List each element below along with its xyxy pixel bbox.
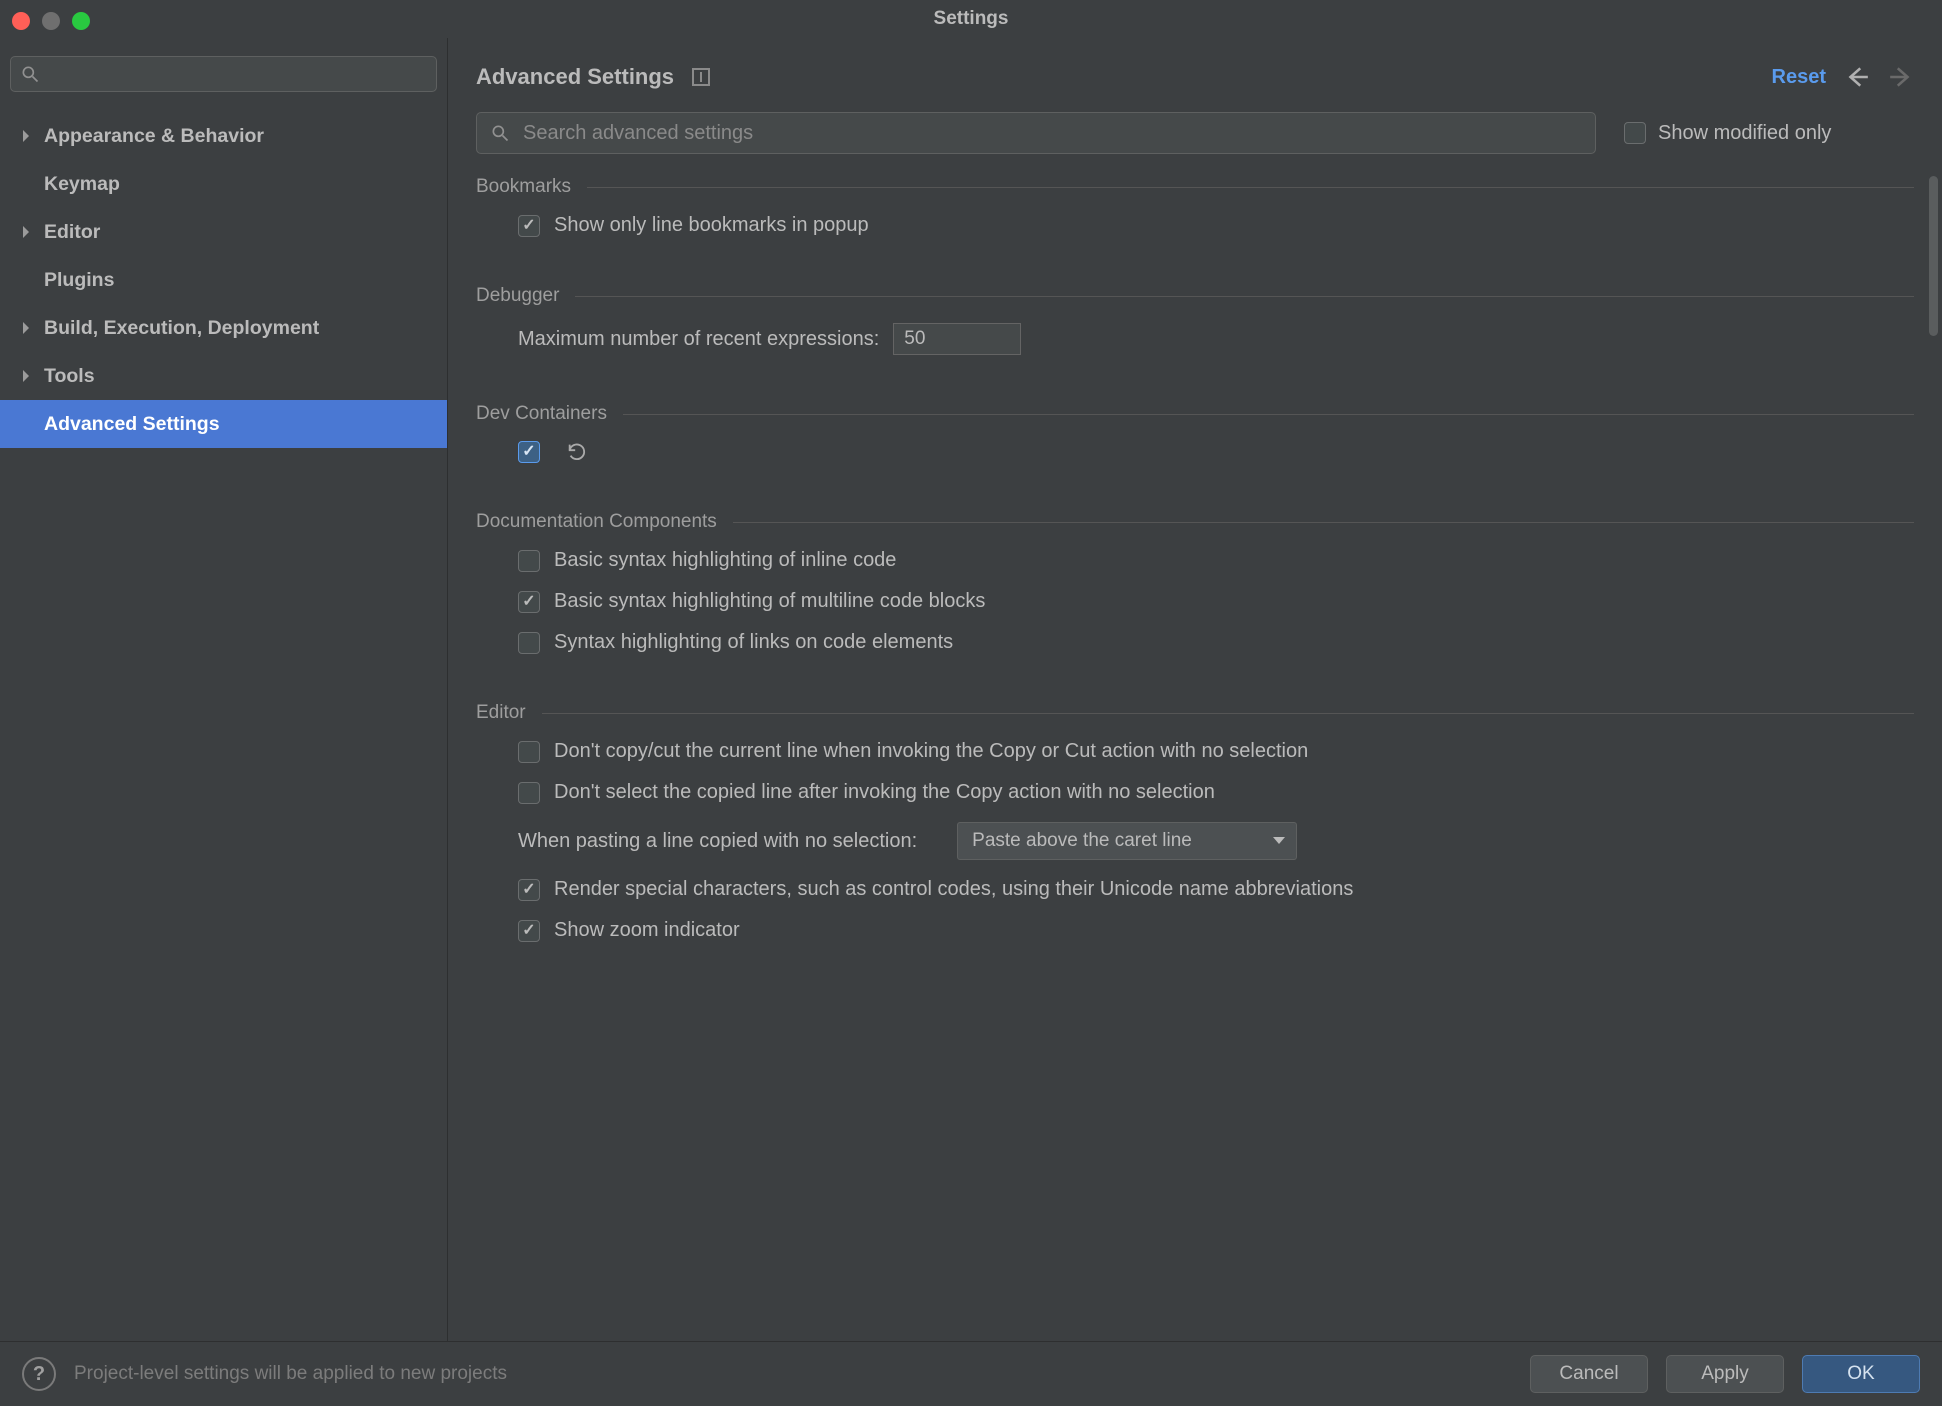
settings-sidebar: Appearance & Behavior Keymap Editor Plug… — [0, 38, 448, 1341]
advanced-search-input[interactable] — [476, 112, 1596, 154]
sidebar-item-label: Plugins — [44, 269, 114, 292]
checkbox-label: Show modified only — [1658, 122, 1831, 145]
sidebar-item-label: Tools — [44, 365, 95, 388]
divider — [623, 414, 1914, 415]
split-view-icon[interactable] — [692, 68, 710, 86]
reset-button[interactable]: Reset — [1772, 66, 1826, 89]
dialog-footer: ? Project-level settings will be applied… — [0, 1341, 1942, 1406]
page-title: Advanced Settings — [476, 64, 674, 90]
chevron-right-icon — [20, 129, 32, 143]
option-label: Don't copy/cut the current line when inv… — [554, 740, 1308, 763]
option-label: Basic syntax highlighting of multiline c… — [554, 590, 985, 613]
option-render-special-characters[interactable]: Render special characters, such as contr… — [518, 878, 1914, 901]
checkbox-icon — [518, 879, 540, 901]
checkbox-icon — [518, 550, 540, 572]
window-minimize-button[interactable] — [42, 12, 60, 30]
sidebar-item-advanced-settings[interactable]: Advanced Settings — [0, 400, 447, 448]
checkbox-icon — [1624, 122, 1646, 144]
option-dont-copy-cut-no-selection[interactable]: Don't copy/cut the current line when inv… — [518, 740, 1914, 763]
checkbox-icon — [518, 591, 540, 613]
window-title: Settings — [934, 8, 1009, 30]
section-title: Documentation Components — [476, 511, 717, 533]
ok-button[interactable]: OK — [1802, 1355, 1920, 1393]
sidebar-item-tools[interactable]: Tools — [0, 352, 447, 400]
option-show-zoom-indicator[interactable]: Show zoom indicator — [518, 919, 1914, 942]
window-controls — [12, 12, 90, 30]
option-syntax-links-code[interactable]: Syntax highlighting of links on code ele… — [518, 631, 1914, 654]
section-dev-containers: Dev Containers — [476, 403, 1914, 463]
scrollbar[interactable] — [1929, 176, 1938, 336]
sidebar-item-label: Editor — [44, 221, 100, 244]
option-basic-syntax-multiline[interactable]: Basic syntax highlighting of multiline c… — [518, 590, 1914, 613]
option-label: Maximum number of recent expressions: — [518, 328, 879, 351]
option-label: Render special characters, such as contr… — [554, 878, 1353, 901]
section-documentation-components: Documentation Components Basic syntax hi… — [476, 511, 1914, 654]
checkbox-icon — [518, 441, 540, 463]
checkbox-icon — [518, 920, 540, 942]
window-maximize-button[interactable] — [72, 12, 90, 30]
apply-button[interactable]: Apply — [1666, 1355, 1784, 1393]
option-max-recent-expressions: Maximum number of recent expressions: — [518, 323, 1914, 355]
section-title: Dev Containers — [476, 403, 607, 425]
sidebar-item-keymap[interactable]: Keymap — [0, 160, 447, 208]
section-debugger: Debugger Maximum number of recent expres… — [476, 285, 1914, 355]
divider — [587, 187, 1914, 188]
section-title: Bookmarks — [476, 176, 571, 198]
section-title: Debugger — [476, 285, 559, 307]
sidebar-item-plugins[interactable]: Plugins — [0, 256, 447, 304]
option-basic-syntax-inline[interactable]: Basic syntax highlighting of inline code — [518, 549, 1914, 572]
checkbox-icon — [518, 782, 540, 804]
show-modified-only-toggle[interactable]: Show modified only — [1624, 122, 1831, 145]
sidebar-item-label: Keymap — [44, 173, 120, 196]
checkbox-icon — [518, 632, 540, 654]
option-label: Syntax highlighting of links on code ele… — [554, 631, 953, 654]
revert-icon[interactable] — [566, 441, 588, 463]
sidebar-item-appearance-behavior[interactable]: Appearance & Behavior — [0, 112, 447, 160]
option-label: Don't select the copied line after invok… — [554, 781, 1215, 804]
option-label: Show zoom indicator — [554, 919, 740, 942]
sidebar-search-input[interactable] — [10, 56, 437, 92]
sidebar-item-label: Build, Execution, Deployment — [44, 317, 319, 340]
max-recent-expressions-input[interactable] — [893, 323, 1021, 355]
section-title: Editor — [476, 702, 526, 724]
forward-button — [1888, 64, 1914, 90]
window-close-button[interactable] — [12, 12, 30, 30]
paste-line-mode-select[interactable]: Paste above the caret line — [957, 822, 1297, 860]
settings-content: Advanced Settings Reset Show modified on… — [448, 38, 1942, 1341]
select-value: Paste above the caret line — [972, 830, 1192, 852]
cancel-button[interactable]: Cancel — [1530, 1355, 1648, 1393]
option-paste-line-mode: When pasting a line copied with no selec… — [518, 822, 1914, 860]
section-editor: Editor Don't copy/cut the current line w… — [476, 702, 1914, 942]
option-enable-devcontainers-gateway[interactable] — [518, 441, 1914, 463]
option-dont-select-copied-line[interactable]: Don't select the copied line after invok… — [518, 781, 1914, 804]
chevron-right-icon — [20, 321, 32, 335]
divider — [575, 296, 1914, 297]
search-icon — [490, 123, 510, 143]
sidebar-item-label: Advanced Settings — [44, 413, 220, 436]
sidebar-item-editor[interactable]: Editor — [0, 208, 447, 256]
chevron-right-icon — [20, 225, 32, 239]
option-label: When pasting a line copied with no selec… — [518, 830, 917, 853]
footer-hint: Project-level settings will be applied t… — [74, 1363, 507, 1385]
section-bookmarks: Bookmarks Show only line bookmarks in po… — [476, 176, 1914, 237]
back-button[interactable] — [1844, 64, 1870, 90]
help-button[interactable]: ? — [22, 1357, 56, 1391]
chevron-right-icon — [20, 369, 32, 383]
titlebar: Settings — [0, 0, 1942, 38]
sidebar-item-build-execution-deployment[interactable]: Build, Execution, Deployment — [0, 304, 447, 352]
checkbox-icon — [518, 215, 540, 237]
option-label: Basic syntax highlighting of inline code — [554, 549, 896, 572]
search-icon — [20, 64, 40, 84]
sidebar-item-label: Appearance & Behavior — [44, 125, 264, 148]
divider — [542, 713, 1914, 714]
option-show-only-line-bookmarks[interactable]: Show only line bookmarks in popup — [518, 214, 1914, 237]
option-label: Show only line bookmarks in popup — [554, 214, 869, 237]
checkbox-icon — [518, 741, 540, 763]
divider — [733, 522, 1914, 523]
chevron-down-icon — [1272, 830, 1286, 852]
